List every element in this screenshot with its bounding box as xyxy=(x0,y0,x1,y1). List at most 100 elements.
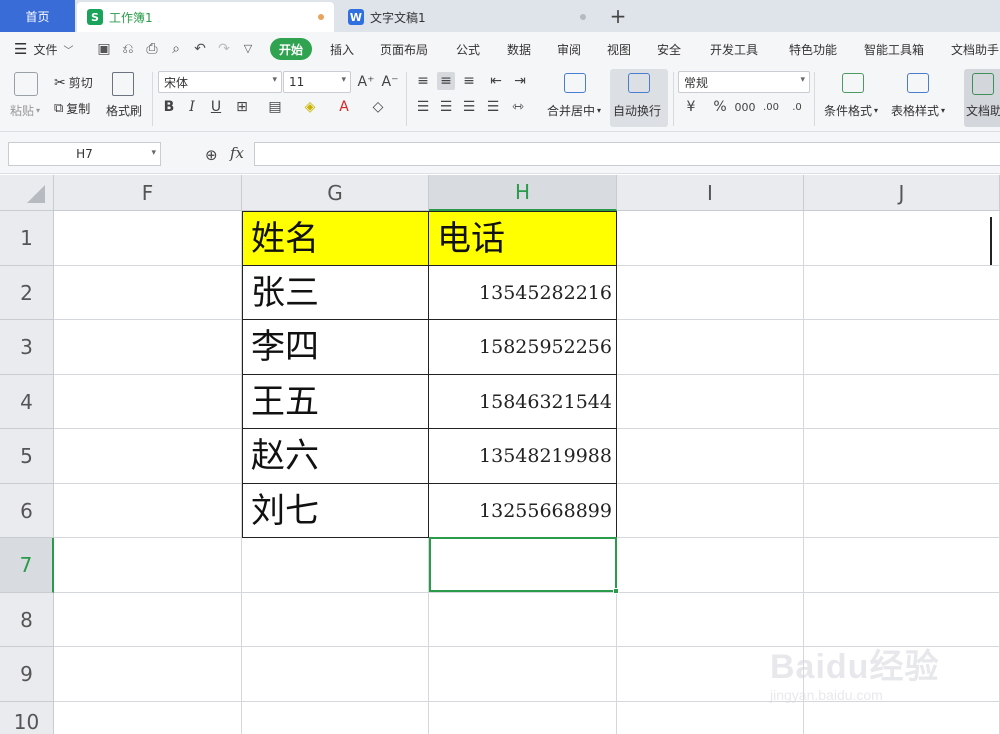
active-cell-selection[interactable] xyxy=(429,537,619,594)
print-icon[interactable]: ⎙ xyxy=(144,41,160,57)
underline-button[interactable]: U xyxy=(207,98,225,116)
merge-center-button[interactable]: 合并居中 ▾ xyxy=(547,102,601,119)
cell-j6[interactable] xyxy=(804,484,1000,538)
paste-button[interactable]: 粘贴 ▾ xyxy=(10,102,40,119)
cell-i3[interactable] xyxy=(617,320,804,375)
table-style-icon[interactable] xyxy=(907,73,929,93)
font-grow-icon[interactable]: A⁺ xyxy=(357,73,375,91)
currency-icon[interactable]: ¥ xyxy=(682,98,700,116)
row-header-3[interactable]: 3 xyxy=(0,320,54,375)
cell-f1[interactable] xyxy=(54,211,242,266)
tab-workbook[interactable]: S 工作簿1 xyxy=(77,2,334,32)
cell-g1[interactable]: 姓名 xyxy=(242,211,429,266)
menu-security[interactable]: 安全 xyxy=(657,32,681,66)
column-header-f[interactable]: F xyxy=(54,175,242,211)
row-header-4[interactable]: 4 xyxy=(0,375,54,429)
menu-page-layout[interactable]: 页面布局 xyxy=(380,32,428,66)
row-header-9[interactable]: 9 xyxy=(0,647,54,702)
cell-f8[interactable] xyxy=(54,593,242,647)
name-box[interactable]: H7 ▾ xyxy=(8,142,161,166)
percent-icon[interactable]: % xyxy=(711,98,729,116)
font-name-select[interactable]: 宋体 ▾ xyxy=(158,71,282,93)
file-menu[interactable]: ☰ 文件 ﹀ xyxy=(14,32,73,66)
cell-i1[interactable] xyxy=(617,211,804,266)
cell-g2[interactable]: 张三 xyxy=(242,266,429,320)
menu-special[interactable]: 特色功能 xyxy=(789,32,837,66)
cell-i7[interactable] xyxy=(617,538,804,593)
cell-i5[interactable] xyxy=(617,429,804,484)
column-header-j[interactable]: J xyxy=(804,175,1000,211)
cell-j3[interactable] xyxy=(804,320,1000,375)
cell-g6[interactable]: 刘七 xyxy=(242,484,429,538)
doc-helper-button[interactable]: 文档助 xyxy=(966,102,1000,119)
increase-decimal-icon[interactable]: .00 xyxy=(762,98,780,116)
print-preview-icon[interactable]: ⌕ xyxy=(168,41,184,57)
row-header-2[interactable]: 2 xyxy=(0,266,54,320)
row-header-8[interactable]: 8 xyxy=(0,593,54,647)
borders-icon[interactable]: ⊞ xyxy=(233,98,251,116)
wrap-text-icon[interactable] xyxy=(628,73,650,93)
align-top-icon[interactable]: ≡ xyxy=(414,72,432,90)
menu-start[interactable]: 开始 xyxy=(270,38,313,60)
undo-icon[interactable]: ↶ xyxy=(192,41,208,57)
column-header-i[interactable]: I xyxy=(617,175,804,211)
cell-h10[interactable] xyxy=(429,702,617,734)
tab-document[interactable]: W 文字文稿1 xyxy=(338,2,596,32)
cell-f9[interactable] xyxy=(54,647,242,702)
italic-button[interactable]: I xyxy=(183,98,201,116)
format-painter-icon[interactable] xyxy=(112,72,134,96)
row-header-10[interactable]: 10 xyxy=(0,702,54,734)
cell-g7[interactable] xyxy=(242,538,429,593)
cell-f5[interactable] xyxy=(54,429,242,484)
cell-f2[interactable] xyxy=(54,266,242,320)
cell-h9[interactable] xyxy=(429,647,617,702)
format-painter-button[interactable]: 格式刷 xyxy=(106,102,142,119)
fill-handle[interactable] xyxy=(613,588,619,594)
cell-h5[interactable]: 13548219988 xyxy=(429,429,617,484)
align-right-icon[interactable]: ☰ xyxy=(460,98,478,116)
formula-input[interactable] xyxy=(254,142,1000,166)
cell-i6[interactable] xyxy=(617,484,804,538)
highlight-icon[interactable]: ◈ xyxy=(301,98,319,116)
save-icon[interactable]: ▣ xyxy=(96,41,112,57)
align-left-icon[interactable]: ☰ xyxy=(414,98,432,116)
cell-h3[interactable]: 15825952256 xyxy=(429,320,617,375)
decrease-decimal-icon[interactable]: .0 xyxy=(788,98,806,116)
conditional-format-icon[interactable] xyxy=(842,73,864,93)
menu-insert[interactable]: 插入 xyxy=(330,32,354,66)
cell-g4[interactable]: 王五 xyxy=(242,375,429,429)
row-header-5[interactable]: 5 xyxy=(0,429,54,484)
font-color-icon[interactable]: A xyxy=(335,98,353,116)
cell-f10[interactable] xyxy=(54,702,242,734)
align-bottom-icon[interactable]: ≡ xyxy=(460,72,478,90)
cell-j5[interactable] xyxy=(804,429,1000,484)
cell-j1[interactable] xyxy=(804,211,1000,266)
select-all-corner[interactable] xyxy=(0,175,54,211)
column-header-h[interactable]: H xyxy=(429,175,617,211)
column-header-g[interactable]: G xyxy=(242,175,429,211)
cell-f4[interactable] xyxy=(54,375,242,429)
fill-color-icon[interactable]: ▤ xyxy=(266,98,284,116)
menu-view[interactable]: 视图 xyxy=(607,32,631,66)
cell-g5[interactable]: 赵六 xyxy=(242,429,429,484)
menu-doc-helper[interactable]: 文档助手 xyxy=(951,32,999,66)
cell-g8[interactable] xyxy=(242,593,429,647)
auto-wrap-button[interactable]: 自动换行 xyxy=(613,102,661,119)
menu-formula[interactable]: 公式 xyxy=(456,32,480,66)
cell-j7[interactable] xyxy=(804,538,1000,593)
cell-h2[interactable]: 13545282216 xyxy=(429,266,617,320)
merge-center-icon[interactable] xyxy=(564,73,586,93)
cell-g10[interactable] xyxy=(242,702,429,734)
number-format-select[interactable]: 常规 ▾ xyxy=(678,71,810,93)
menu-data[interactable]: 数据 xyxy=(507,32,531,66)
insert-function-button[interactable]: fx xyxy=(230,144,244,162)
font-shrink-icon[interactable]: A⁻ xyxy=(381,73,399,91)
align-center-icon[interactable]: ☰ xyxy=(437,98,455,116)
cell-f7[interactable] xyxy=(54,538,242,593)
tab-home[interactable]: 首页 xyxy=(0,0,75,32)
row-header-1[interactable]: 1 xyxy=(0,211,54,266)
thousands-icon[interactable]: 000 xyxy=(735,98,756,116)
cell-h4[interactable]: 15846321544 xyxy=(429,375,617,429)
paste-icon[interactable] xyxy=(14,72,38,96)
cell-g9[interactable] xyxy=(242,647,429,702)
